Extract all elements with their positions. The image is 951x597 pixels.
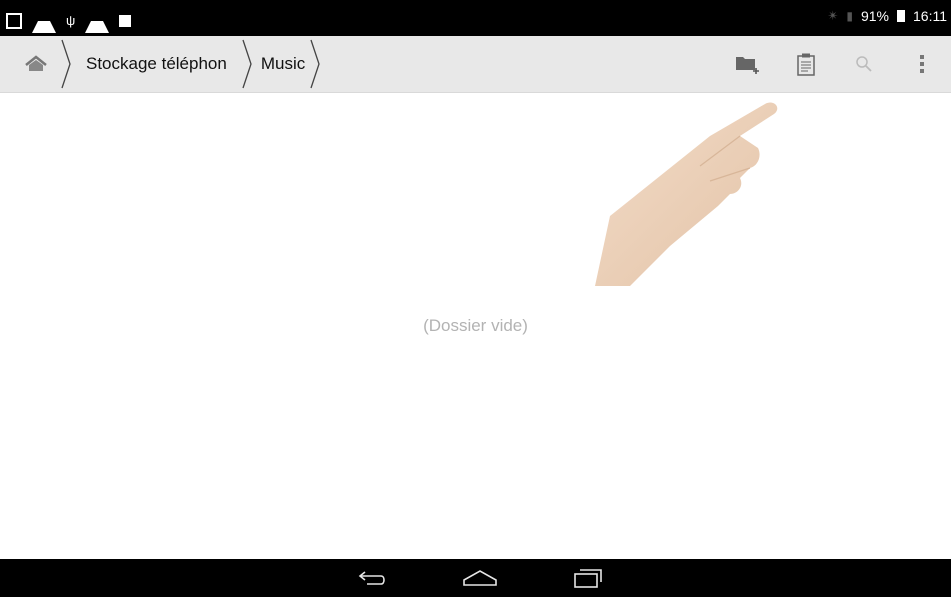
battery-percent: 91% (860, 8, 889, 24)
search-icon (856, 56, 872, 72)
screenshot-notification-icon (6, 13, 22, 29)
breadcrumb-separator (309, 36, 321, 92)
back-button[interactable] (352, 565, 392, 591)
action-buttons (719, 36, 951, 92)
bluetooth-icon: ✴ (827, 8, 839, 23)
signal-icon: ▮ (846, 9, 853, 23)
breadcrumb: Stockage téléphon Music (60, 36, 321, 92)
overflow-menu-icon (920, 55, 924, 73)
action-bar: Stockage téléphon Music (0, 36, 951, 93)
paste-button[interactable] (777, 36, 835, 92)
recent-apps-icon (574, 569, 602, 588)
home-button[interactable] (460, 565, 500, 591)
new-folder-icon (736, 57, 759, 74)
home-icon (463, 570, 497, 586)
back-icon (358, 571, 385, 585)
breadcrumb-separator (241, 36, 253, 92)
clock: 16:11 (913, 8, 947, 24)
usb-icon: ψ (66, 13, 76, 28)
breadcrumb-separator (60, 36, 72, 92)
paste-icon (797, 53, 815, 76)
search-button[interactable] (835, 36, 893, 92)
system-status: ✴ ▮ 91% 16:11 (827, 8, 947, 24)
overflow-menu-button[interactable] (893, 36, 951, 92)
battery-icon (897, 10, 905, 22)
storage-notification-icon (119, 15, 132, 27)
pointing-hand-icon (595, 102, 778, 286)
navigation-bar (0, 559, 951, 597)
breadcrumb-item-storage[interactable]: Stockage téléphon (72, 36, 241, 92)
warning-notification-icon-2 (85, 9, 110, 33)
empty-folder-message: (Dossier vide) (423, 316, 528, 335)
warning-notification-icon (32, 9, 56, 33)
home-folder-button[interactable] (16, 46, 56, 82)
notification-icons: ψ (6, 9, 132, 33)
status-bar: ψ ✴ ▮ 91% 16:11 (0, 0, 951, 36)
recent-apps-button[interactable] (568, 565, 608, 591)
new-folder-button[interactable] (719, 36, 777, 92)
breadcrumb-item-music[interactable]: Music (253, 36, 309, 92)
home-icon (25, 55, 47, 71)
